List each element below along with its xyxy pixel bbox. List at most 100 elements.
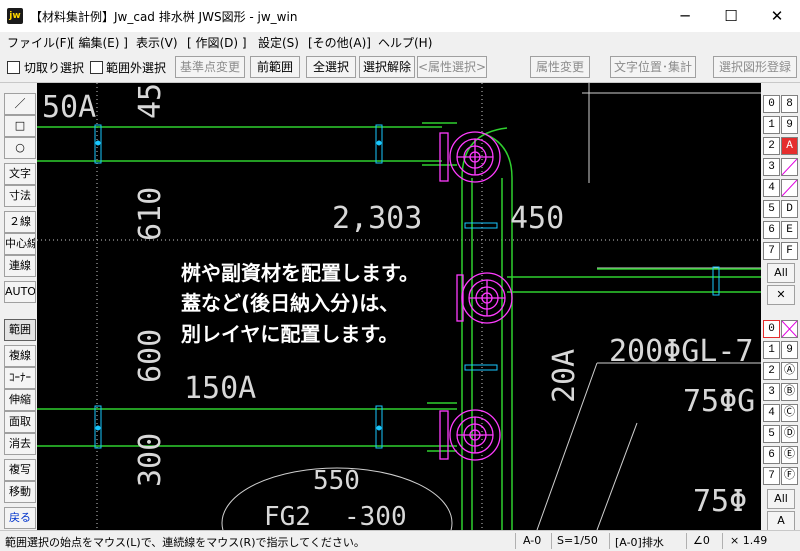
layer-group-7[interactable]: 7 [763,242,780,260]
maximize-button[interactable]: ☐ [708,0,754,32]
layer-c[interactable]: Ⓒ [781,404,798,422]
note-line-1: 桝や副資材を配置します。 [181,261,419,285]
title-bar: jw 【材料集計例】Jw_cad 排水桝 JWS図形 - jw_win ─ ☐ … [0,0,800,33]
tool-stretch[interactable]: 伸縮 [4,389,36,411]
layer-group-5[interactable]: 5 [763,200,780,218]
status-angle[interactable]: ∠0 [693,534,710,547]
layer-8-hidden[interactable] [781,320,798,338]
attr-select-button[interactable]: <属性選択> [417,56,487,78]
layer-2[interactable]: 2 [763,362,780,380]
menu-view[interactable]: 表示(V) [136,34,178,51]
prev-range-button[interactable]: 前範囲 [250,56,300,78]
layer-b[interactable]: Ⓑ [781,383,798,401]
horizontal-pipes [37,126,761,447]
status-layer-name[interactable]: [A-0]排水 [615,534,664,550]
layer-group-toggle-button[interactable]: ✕ [767,285,795,305]
status-zoom[interactable]: × 1.49 [730,534,767,547]
layer-bar: 0 8 1 9 2 A 3 4 5 D 6 E 7 F All ✕ 0 1 9 … [761,83,800,531]
tool-text[interactable]: 文字 [4,163,36,185]
layer-7[interactable]: 7 [763,467,780,485]
deselect-button[interactable]: 選択解除 [359,56,415,78]
cad-dim-300: 300 [133,433,168,487]
tool-copy[interactable]: 複写 [4,459,36,481]
tool-undo[interactable]: 戻る [4,507,36,529]
vertical-pipes [422,122,513,530]
layer-group-c-hidden[interactable] [781,179,798,197]
crop-select-label: 切取り選択 [24,61,85,75]
layer-9[interactable]: 9 [781,341,798,359]
menu-file[interactable]: ファイル(F) [7,34,71,51]
layer-3[interactable]: 3 [763,383,780,401]
menu-settings[interactable]: 設定(S) [258,34,299,51]
layer-group-2[interactable]: 2 [763,137,780,155]
status-divider [515,533,516,549]
layer-d[interactable]: Ⓓ [781,425,798,443]
status-divider [551,533,552,549]
crop-select-checkbox[interactable] [7,61,20,74]
tool-center-line[interactable]: 中心線 [4,233,36,255]
layer-group-a[interactable]: A [781,137,798,155]
layer-group-4[interactable]: 4 [763,179,780,197]
cad-drawing: 50A 45 610 600 300 2,303 450 150A 20A 20… [37,83,761,530]
status-layer[interactable]: A-0 [523,534,541,547]
tool-range[interactable]: 範囲 [4,319,36,341]
menu-edit[interactable]: [ 編集(E) ] [70,34,128,51]
status-bar: 範囲選択の始点をマウス(L)で、連続線をマウス(R)で指示してください。 A-0… [0,530,800,551]
layer-f[interactable]: Ⓕ [781,467,798,485]
base-point-button[interactable]: 基準点変更 [175,56,245,78]
layer-group-b-hidden[interactable] [781,158,798,176]
tool-circle[interactable]: ○ [4,137,36,159]
cad-dim-minus-300: -300 [344,502,407,530]
menu-help[interactable]: ヘルプ(H) [378,34,432,51]
menu-draw[interactable]: [ 作図(D) ] [187,34,247,51]
attr-change-button[interactable]: 属性変更 [530,56,590,78]
layer-group-e[interactable]: E [781,221,798,239]
layer-1[interactable]: 1 [763,341,780,359]
status-scale[interactable]: S=1/50 [557,534,598,547]
window-title: 【材料集計例】Jw_cad 排水桝 JWS図形 - jw_win [30,10,298,24]
tool-corner[interactable]: ｺｰﾅｰ [4,367,36,389]
outside-select-checkbox[interactable] [90,61,103,74]
layer-group-3[interactable]: 3 [763,158,780,176]
cad-dim-610: 610 [133,187,168,241]
layer-0[interactable]: 0 [763,320,780,338]
layer-a-button[interactable]: A [767,511,795,531]
select-all-button[interactable]: 全選択 [306,56,356,78]
note-line-3: 別レイヤに配置します。 [181,322,398,346]
tool-connect-line[interactable]: 連線 [4,255,36,277]
tool-rectangle[interactable]: □ [4,115,36,137]
layer-group-9[interactable]: 9 [781,116,798,134]
text-pos-aggregate-button[interactable]: 文字位置･集計 [610,56,696,78]
layer-group-0[interactable]: 0 [763,95,780,113]
left-tool-bar: ／ □ ○ 文字 寸法 ２線 中心線 連線 AUTO 範囲 複線 ｺｰﾅｰ 伸縮… [0,83,37,530]
layer-group-f[interactable]: F [781,242,798,260]
cad-dim-550: 550 [313,466,360,496]
layer-a[interactable]: Ⓐ [781,362,798,380]
close-button[interactable]: ✕ [754,0,800,32]
menu-other[interactable]: [その他(A)] [308,34,371,51]
tool-erase[interactable]: 消去 [4,433,36,455]
cad-label-75-g: 75ΦG [683,384,755,419]
layer-6[interactable]: 6 [763,446,780,464]
tool-line[interactable]: ／ [4,93,36,115]
layer-e[interactable]: Ⓔ [781,446,798,464]
cad-label-75: 75Φ [693,484,747,519]
tool-parallel[interactable]: 複線 [4,345,36,367]
layer-all-button[interactable]: All [767,489,795,509]
tool-move[interactable]: 移動 [4,481,36,503]
drawing-canvas[interactable]: 50A 45 610 600 300 2,303 450 150A 20A 20… [37,83,761,530]
tool-dimension[interactable]: 寸法 [4,185,36,207]
tool-double-line[interactable]: ２線 [4,211,36,233]
register-selection-button[interactable]: 選択図形登録 [713,56,797,78]
minimize-button[interactable]: ─ [662,0,708,32]
layer-group-6[interactable]: 6 [763,221,780,239]
cad-dim-2303: 2,303 [332,201,422,236]
layer-4[interactable]: 4 [763,404,780,422]
tool-chamfer[interactable]: 面取 [4,411,36,433]
layer-group-8[interactable]: 8 [781,95,798,113]
layer-5[interactable]: 5 [763,425,780,443]
tool-auto[interactable]: AUTO [4,281,36,303]
layer-group-1[interactable]: 1 [763,116,780,134]
layer-group-all-button[interactable]: All [767,263,795,283]
layer-group-d[interactable]: D [781,200,798,218]
